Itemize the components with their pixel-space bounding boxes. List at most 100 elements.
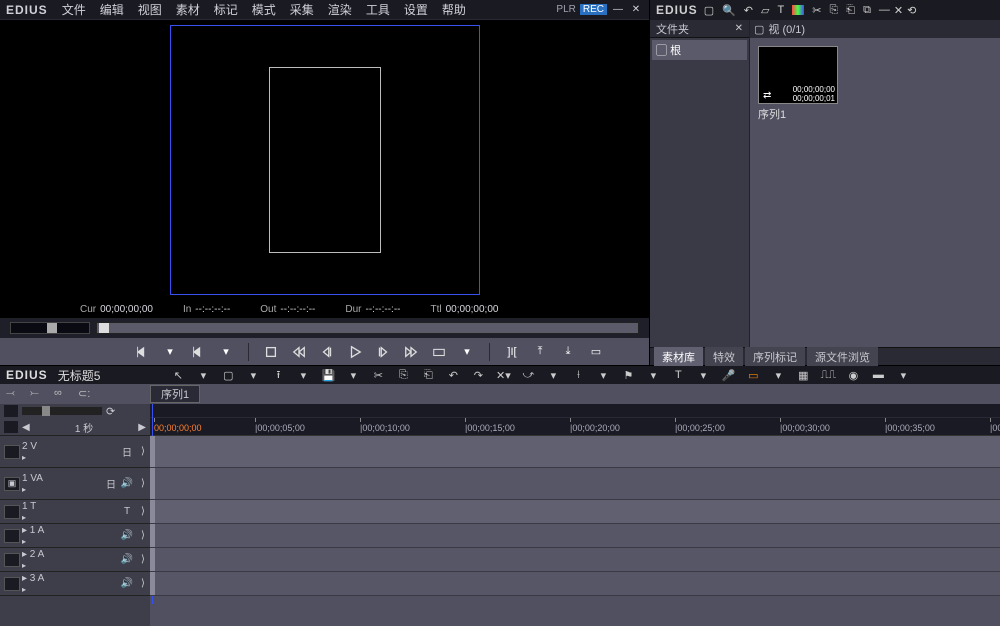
folder-tab[interactable]: 文件夹 ✕	[650, 20, 749, 38]
mixer-icon[interactable]: ⎍⎍	[820, 368, 836, 382]
tc-out[interactable]: --:--:--:--	[280, 304, 315, 315]
track-toggle-icon[interactable]: 日	[120, 444, 134, 459]
up-icon[interactable]: ↶	[744, 4, 753, 17]
stop-button[interactable]	[259, 342, 283, 362]
dropdown-icon[interactable]: ▾	[158, 342, 182, 362]
track-patch[interactable]	[4, 505, 20, 519]
layers-icon[interactable]: ⧉	[863, 4, 871, 17]
close-icon[interactable]: ✕	[735, 23, 743, 34]
set-in-icon[interactable]	[130, 342, 154, 362]
track-body[interactable]: 00;00;00;00|00;00;05;00|00;00;10;00|00;0…	[150, 404, 1000, 626]
mode-rec[interactable]: REC	[580, 4, 607, 15]
save-icon[interactable]: 💾	[320, 368, 336, 382]
text-icon[interactable]: T	[777, 4, 784, 16]
mode-plr[interactable]: PLR	[556, 4, 575, 15]
layout-icon[interactable]: ▬	[870, 368, 886, 382]
minimize-icon[interactable]: —	[879, 4, 890, 17]
tc-dur[interactable]: --:--:--:--	[366, 304, 401, 315]
overwrite-icon[interactable]: ⤚	[30, 387, 48, 401]
mic-icon[interactable]: 🎤	[720, 368, 736, 382]
menu-marker[interactable]: 标记	[214, 1, 238, 18]
menu-edit[interactable]: 编辑	[100, 1, 124, 18]
dropdown-icon[interactable]: ▾	[455, 342, 479, 362]
folder-icon[interactable]: ▢	[704, 4, 714, 17]
zoom-slider[interactable]	[22, 407, 102, 415]
menu-view[interactable]: 视图	[138, 1, 162, 18]
track-header[interactable]: 2 V▸日⟩	[0, 436, 150, 468]
new-icon[interactable]: ▢	[220, 368, 236, 382]
track-patch[interactable]	[4, 553, 20, 567]
paste-icon[interactable]: ⎗	[846, 4, 855, 17]
cursor-icon[interactable]: ↖	[170, 368, 186, 382]
menu-settings[interactable]: 设置	[404, 1, 428, 18]
track-toggle-icon[interactable]: 日	[104, 476, 118, 491]
track-lane[interactable]	[150, 436, 1000, 468]
overwrite-mode-icon[interactable]: ▭	[584, 342, 608, 362]
menu-clip[interactable]: 素材	[176, 1, 200, 18]
a-patch[interactable]	[4, 421, 18, 433]
track-header[interactable]: ▸ 2 A▸🔊⟩	[0, 548, 150, 572]
group-icon[interactable]: ⊂:	[78, 387, 96, 401]
track-patch[interactable]	[4, 577, 20, 591]
tab-library[interactable]: 素材库	[654, 347, 703, 367]
menu-capture[interactable]: 采集	[290, 1, 314, 18]
track-lock-icon[interactable]: ⟩	[136, 478, 150, 489]
clip-item[interactable]: ⇄ 00;00;00;0000;00;00;01 序列1	[758, 46, 838, 122]
next-edit-icon[interactable]: ⤓	[556, 342, 580, 362]
tc-cur[interactable]: 00;00;00;00	[100, 304, 153, 315]
sequence-tab[interactable]: 序列1	[150, 385, 200, 403]
undo-icon[interactable]: ↶	[445, 368, 461, 382]
prev-frame-button[interactable]	[315, 342, 339, 362]
position-slider[interactable]	[96, 322, 639, 334]
insert-icon[interactable]: ⤙	[6, 387, 24, 401]
menu-tools[interactable]: 工具	[366, 1, 390, 18]
new-icon[interactable]: ▱	[761, 4, 769, 17]
track-header[interactable]: ▣1 VA▸日🔊⟩	[0, 468, 150, 500]
track-header[interactable]: 1 T▸T⟩	[0, 500, 150, 524]
tab-effects[interactable]: 特效	[705, 347, 743, 367]
track-lock-icon[interactable]: ⟩	[136, 578, 150, 589]
delete-icon[interactable]: ✕▾	[495, 368, 511, 382]
track-patch[interactable]: ▣	[4, 477, 20, 491]
next-frame-button[interactable]	[371, 342, 395, 362]
set-out-icon[interactable]	[186, 342, 210, 362]
time-ruler[interactable]: 00;00;00;00|00;00;05;00|00;00;10;00|00;0…	[150, 404, 1000, 436]
tab-markers[interactable]: 序列标记	[745, 347, 805, 367]
insert-mode-icon[interactable]: ]I[	[500, 342, 524, 362]
copy-icon[interactable]: ⎘	[395, 368, 411, 382]
track-lane[interactable]	[150, 524, 1000, 548]
tab-browser[interactable]: 源文件浏览	[807, 347, 878, 367]
track-toggle-icon[interactable]: 🔊	[120, 578, 134, 589]
folder-root[interactable]: ▢ 根	[652, 40, 747, 60]
track-patch[interactable]	[4, 529, 20, 543]
tc-in[interactable]: --:--:--:--	[195, 304, 230, 315]
jog-slider[interactable]	[10, 322, 90, 334]
link-icon[interactable]: ⟲	[907, 4, 916, 17]
track-header[interactable]: ▸ 3 A▸🔊⟩	[0, 572, 150, 596]
menu-mode[interactable]: 模式	[252, 1, 276, 18]
grid-icon[interactable]: ▦	[795, 368, 811, 382]
track-toggle-icon[interactable]: 🔊	[120, 554, 134, 565]
marker-icon[interactable]: ⚑	[620, 368, 636, 382]
track-toggle-icon[interactable]: 🔊	[120, 530, 134, 541]
track-lock-icon[interactable]: ⟩	[136, 530, 150, 541]
menu-file[interactable]: 文件	[62, 1, 86, 18]
track-toggle-icon[interactable]: 🔊	[120, 478, 134, 489]
cut-icon[interactable]: ✂	[812, 4, 821, 17]
play-button[interactable]	[343, 342, 367, 362]
rewind-button[interactable]	[287, 342, 311, 362]
fit-icon[interactable]: ⟳	[106, 405, 115, 418]
track-lane[interactable]	[150, 500, 1000, 524]
ripple-icon[interactable]: ⤻	[520, 368, 536, 382]
dropdown-icon[interactable]: ▾	[195, 368, 211, 382]
prev-edit-icon[interactable]: ⤒	[528, 342, 552, 362]
close-button[interactable]: ✕	[629, 4, 643, 16]
split-icon[interactable]: ⟊	[570, 368, 586, 382]
close-icon[interactable]: ✕	[894, 4, 903, 17]
cut-icon[interactable]: ✂	[370, 368, 386, 382]
clip-tab[interactable]: ▢ 视 (0/1)	[750, 20, 1000, 38]
track-lane[interactable]	[150, 548, 1000, 572]
scale-prev-icon[interactable]: ◀	[22, 422, 30, 433]
monitor-icon[interactable]: ▭	[745, 368, 761, 382]
minimize-button[interactable]: —	[611, 4, 625, 16]
